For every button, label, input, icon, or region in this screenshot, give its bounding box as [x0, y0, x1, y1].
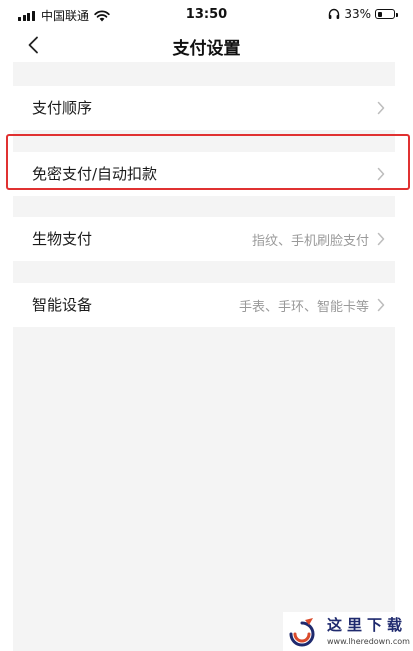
- status-bar: 中国联通 13:50 33%: [0, 0, 413, 30]
- row-right: [369, 86, 385, 130]
- settings-row-payment-order[interactable]: 支付顺序: [13, 86, 395, 130]
- status-right: 33%: [328, 7, 398, 21]
- app-screen: 中国联通 13:50 33% 支付设置 支付顺序 免密支付/自动扣款 生物支付 …: [0, 0, 413, 651]
- chevron-right-icon: [377, 298, 385, 312]
- row-value: 手表、手环、智能卡等: [238, 299, 369, 315]
- row-right: 指纹、手机刷脸支付: [252, 217, 385, 261]
- row-label: 生物支付: [32, 230, 93, 248]
- page-title: 支付设置: [172, 39, 241, 59]
- settings-row-biometric[interactable]: 生物支付 指纹、手机刷脸支付: [13, 217, 395, 261]
- battery-level-fill: [377, 11, 383, 17]
- row-label: 支付顺序: [32, 99, 93, 117]
- watermark: 这里下载 www.lheredown.com: [283, 612, 413, 651]
- nav-bar: 支付设置: [0, 30, 413, 62]
- chevron-right-icon: [377, 232, 385, 246]
- battery-icon: [375, 9, 398, 19]
- row-right: 手表、手环、智能卡等: [239, 283, 385, 327]
- row-label: 智能设备: [32, 296, 93, 314]
- battery-percent: 33%: [344, 7, 371, 21]
- watermark-url: www.lheredown.com: [327, 637, 410, 646]
- settings-row-smart-device[interactable]: 智能设备 手表、手环、智能卡等: [13, 283, 395, 327]
- chevron-right-icon: [377, 101, 385, 115]
- watermark-logo-icon: [289, 618, 315, 647]
- headphone-icon: [329, 8, 340, 19]
- row-value: 指纹、手机刷脸支付: [251, 233, 369, 249]
- highlight-annotation: [6, 134, 410, 190]
- watermark-text: 这里下载: [327, 616, 408, 634]
